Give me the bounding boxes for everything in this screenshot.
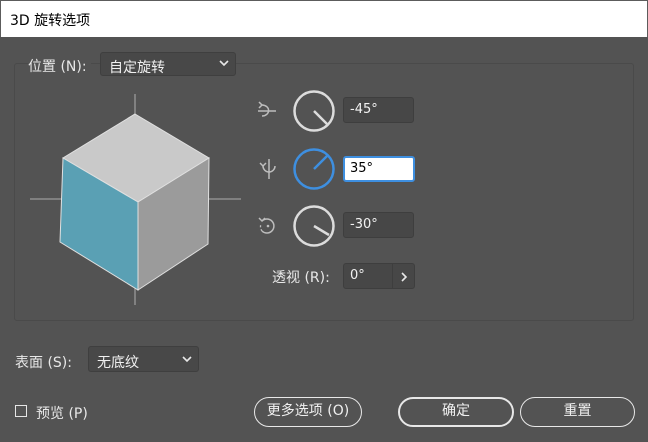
position-dropdown[interactable]: 自定旋转	[100, 52, 236, 76]
rotate-z-dial[interactable]	[292, 204, 336, 248]
chevron-right-icon	[401, 272, 408, 282]
preview-checkbox[interactable]	[15, 405, 27, 417]
preview-label[interactable]: 预览 (P)	[36, 403, 88, 423]
surface-value: 无底纹	[97, 355, 139, 371]
title-bar: 3D 旋转选项	[0, 0, 648, 37]
perspective-field[interactable]: 0°	[343, 263, 393, 289]
surface-label: 表面 (S):	[15, 355, 72, 371]
window-title: 3D 旋转选项	[10, 13, 91, 29]
perspective-expand-button[interactable]	[392, 263, 415, 289]
cube-preview[interactable]	[28, 92, 243, 307]
rotate-z-icon	[258, 217, 275, 234]
surface-dropdown[interactable]: 无底纹	[88, 346, 199, 372]
more-options-button[interactable]: 更多选项 (O)	[254, 397, 362, 427]
chevron-down-icon	[182, 356, 192, 363]
chevron-down-icon	[219, 60, 229, 67]
position-value: 自定旋转	[109, 60, 165, 76]
rotate-y-field[interactable]: 35°	[343, 156, 415, 182]
rotate-x-field[interactable]: -45°	[343, 97, 414, 123]
position-label: 位置 (N):	[28, 56, 91, 76]
rotate-x-dial[interactable]	[292, 89, 336, 133]
ok-button[interactable]: 确定	[398, 397, 514, 427]
rotate-y-dial[interactable]	[292, 147, 336, 191]
rotate-z-field[interactable]: -30°	[343, 212, 414, 238]
rotate-x-icon	[258, 101, 276, 117]
reset-button[interactable]: 重置	[520, 397, 635, 427]
perspective-label: 透视 (R):	[272, 270, 330, 286]
rotate-y-icon	[259, 159, 276, 179]
